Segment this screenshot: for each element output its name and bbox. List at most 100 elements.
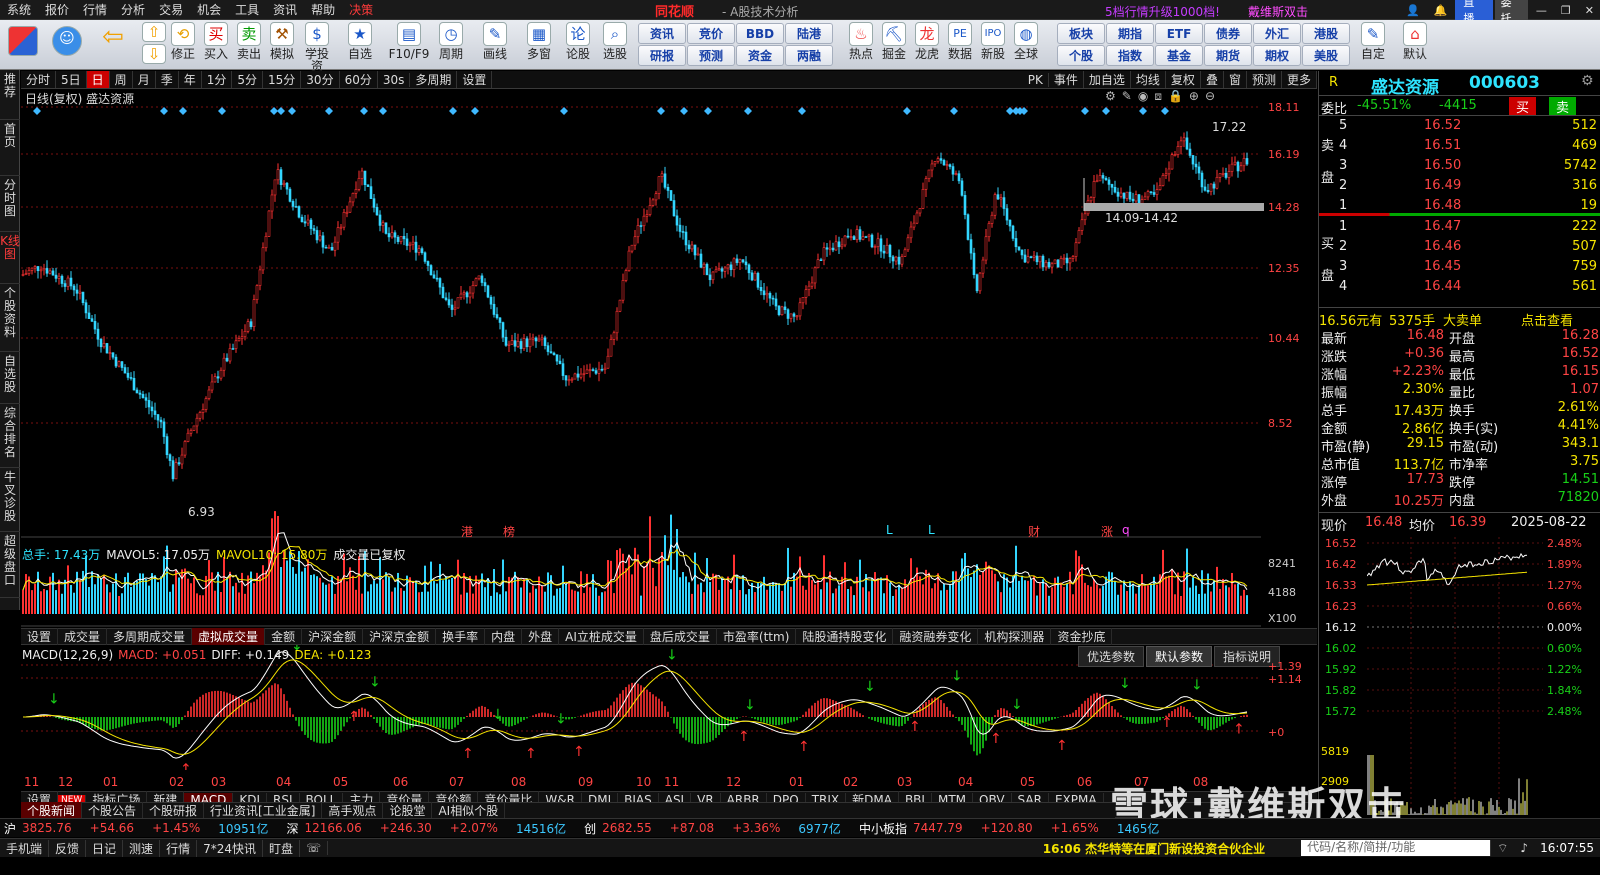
menu-news[interactable]: 资讯 bbox=[266, 1, 304, 18]
tb-etf-button[interactable]: ETF bbox=[1155, 23, 1203, 44]
multiwin-button[interactable]: ▦ 多窗 bbox=[522, 22, 556, 60]
ma-button[interactable]: 均线 bbox=[1131, 71, 1166, 88]
screener-button[interactable]: ⌕ 选股 bbox=[598, 22, 632, 60]
ipo-button[interactable]: IPO 新股 bbox=[976, 22, 1010, 60]
vtab-kline[interactable]: K线图 bbox=[0, 232, 20, 284]
more-button[interactable]: 更多 bbox=[1282, 71, 1317, 88]
user-icon[interactable]: 👤 bbox=[1400, 4, 1426, 17]
period-30min[interactable]: 30分 bbox=[301, 71, 340, 88]
vtab-timeshare[interactable]: 分时图 bbox=[0, 176, 20, 232]
minimize-icon[interactable]: — bbox=[1530, 4, 1553, 17]
period-year[interactable]: 年 bbox=[179, 71, 202, 88]
tb-forex-button[interactable]: 外汇 bbox=[1253, 23, 1301, 44]
event-mark[interactable]: L bbox=[928, 523, 935, 537]
tb-margin-button[interactable]: 两融 bbox=[785, 45, 833, 66]
period-timeshare[interactable]: 分时 bbox=[21, 71, 57, 88]
draw-pen-icon[interactable]: ✎ bbox=[1122, 89, 1132, 104]
quick-sell-button[interactable]: 卖 bbox=[1549, 97, 1577, 116]
custom-button[interactable]: ✎ 自定 bbox=[1356, 22, 1390, 60]
watchlist-button[interactable]: ★ 自选 bbox=[343, 22, 377, 60]
idx-zx-name[interactable]: 中小板指 bbox=[859, 820, 913, 837]
ask-row[interactable]: 5 16.52 512 bbox=[1319, 117, 1600, 135]
promo-upgrade-link[interactable]: 5档行情升级1000档! bbox=[1105, 3, 1220, 20]
vtab-superpanel[interactable]: 超级盘口 bbox=[0, 532, 20, 598]
bottom-flash[interactable]: 7*24快讯 bbox=[197, 839, 263, 857]
event-mark[interactable]: 涨 bbox=[1101, 523, 1113, 540]
bid-row[interactable]: 4 16.44 561 bbox=[1319, 278, 1600, 296]
forum-button[interactable]: 论论股 bbox=[561, 22, 595, 60]
period-settings[interactable]: 设置 bbox=[457, 71, 493, 88]
tb-stock-button[interactable]: 个股 bbox=[1057, 45, 1105, 66]
news-tab[interactable]: 行业资讯[工业金属] bbox=[204, 802, 323, 819]
bigorder-row[interactable]: 16.56元有 5375手 大卖单 点击查看 bbox=[1319, 307, 1600, 329]
idx-cy-name[interactable]: 创 bbox=[584, 820, 602, 837]
vtab-profile[interactable]: 个股资料 bbox=[0, 284, 20, 352]
overlay-button[interactable]: 叠 bbox=[1201, 71, 1224, 88]
menu-help[interactable]: 帮助 bbox=[304, 1, 342, 18]
chat-icon[interactable]: ☏ bbox=[300, 841, 329, 855]
tb-futures-button[interactable]: 期货 bbox=[1204, 45, 1252, 66]
tb-bbd-button[interactable]: BBD bbox=[736, 23, 784, 44]
vtab-ranking[interactable]: 综合排名 bbox=[0, 404, 20, 468]
ask-row[interactable]: 2 16.49 316 bbox=[1319, 177, 1600, 195]
tb-auction-button[interactable]: 竞价 bbox=[687, 23, 735, 44]
lock-icon[interactable]: 🔒 bbox=[1168, 89, 1183, 104]
global-button[interactable]: ◍ 全球 bbox=[1009, 22, 1043, 60]
period-15min[interactable]: 15分 bbox=[263, 71, 302, 88]
ind-tab[interactable]: 沪深金额 bbox=[302, 628, 364, 645]
eye-icon[interactable]: ◉ bbox=[1138, 89, 1148, 104]
ind-tab[interactable]: AI立桩成交量 bbox=[559, 628, 644, 645]
ind-tab[interactable]: 内盘 bbox=[485, 628, 523, 645]
close-icon[interactable]: ✕ bbox=[1579, 4, 1600, 17]
tb-options-button[interactable]: 期权 bbox=[1253, 45, 1301, 66]
back-button[interactable]: ⇦ bbox=[96, 22, 130, 58]
bigorder-link[interactable]: 点击查看 bbox=[1521, 310, 1573, 329]
capture-icon[interactable]: ⧈ bbox=[1154, 89, 1162, 104]
ind-tab[interactable]: 市盈率(ttm) bbox=[717, 628, 797, 645]
learn-button[interactable]: $ 学投资 bbox=[300, 22, 334, 72]
ask-row[interactable]: 4 16.51 469 bbox=[1319, 137, 1600, 155]
tb-news-button[interactable]: 资讯 bbox=[638, 23, 686, 44]
ind-tab[interactable]: 外盘 bbox=[522, 628, 560, 645]
tb-bond-button[interactable]: 债券 bbox=[1204, 23, 1252, 44]
quick-buy-button[interactable]: 买 bbox=[1509, 97, 1537, 116]
promo-davis-link[interactable]: 戴维斯双击 bbox=[1248, 3, 1308, 20]
simulate-button[interactable]: ⚒ 模拟 bbox=[265, 22, 299, 60]
hot-button[interactable]: ♨ 热点 bbox=[844, 22, 878, 60]
menu-analysis[interactable]: 分析 bbox=[114, 1, 152, 18]
kline-chart[interactable]: ↓↑↓↑↓↑↓↑↓↑↓↑↓↑↓↑↓↑↓↑↓↑↓↑ bbox=[21, 90, 1266, 770]
period-button[interactable]: ◷ 周期 bbox=[434, 22, 468, 60]
event-mark[interactable]: L bbox=[886, 523, 893, 537]
pk-button[interactable]: PK bbox=[1023, 72, 1049, 87]
ind-tab[interactable]: 多周期成交量 bbox=[107, 628, 193, 645]
ind-tab[interactable]: 盘后成交量 bbox=[644, 628, 717, 645]
ind-tab-active[interactable]: 虚拟成交量 bbox=[192, 628, 266, 645]
period-month[interactable]: 月 bbox=[133, 71, 156, 88]
news-tab[interactable]: 高手观点 bbox=[322, 802, 384, 819]
draw-button[interactable]: ✎ 画线 bbox=[478, 22, 512, 60]
menu-chance[interactable]: 机会 bbox=[190, 1, 228, 18]
menu-system[interactable]: 系统 bbox=[0, 1, 38, 18]
vtab-home[interactable]: 首页 bbox=[0, 120, 20, 176]
tb-sector-button[interactable]: 板块 bbox=[1057, 23, 1105, 44]
event-mark[interactable]: 榜 bbox=[503, 523, 515, 540]
speaker-icon[interactable]: ♪ bbox=[1514, 841, 1534, 855]
default-button[interactable]: ⌂ 默认 bbox=[1398, 22, 1432, 60]
news-tab[interactable]: 个股公告 bbox=[82, 802, 144, 819]
menu-decision[interactable]: 决策 bbox=[342, 1, 380, 18]
bottom-mobile[interactable]: 手机端 bbox=[0, 839, 50, 857]
bid-row[interactable]: 2 16.46 507 bbox=[1319, 238, 1600, 256]
menu-market[interactable]: 行情 bbox=[76, 1, 114, 18]
tb-hk-button[interactable]: 港股 bbox=[1302, 23, 1350, 44]
ticker-news[interactable]: 16:06 杰华特等在厦门新设投资合伙企业 bbox=[1037, 840, 1271, 857]
vtab-watchlist[interactable]: 自选股 bbox=[0, 352, 20, 404]
period-day[interactable]: 日 bbox=[86, 71, 110, 88]
tb-us-button[interactable]: 美股 bbox=[1302, 45, 1350, 66]
dragon-button[interactable]: 龙龙虎 bbox=[910, 22, 944, 60]
ind-tab[interactable]: 融资融券变化 bbox=[893, 628, 979, 645]
period-30s[interactable]: 30s bbox=[378, 72, 411, 87]
assistant-button[interactable]: ☺ bbox=[50, 22, 84, 58]
event-mark[interactable]: 港 bbox=[461, 523, 473, 540]
adjust-button[interactable]: 复权 bbox=[1166, 71, 1201, 88]
idx-sh-name[interactable]: 沪 bbox=[0, 820, 22, 837]
